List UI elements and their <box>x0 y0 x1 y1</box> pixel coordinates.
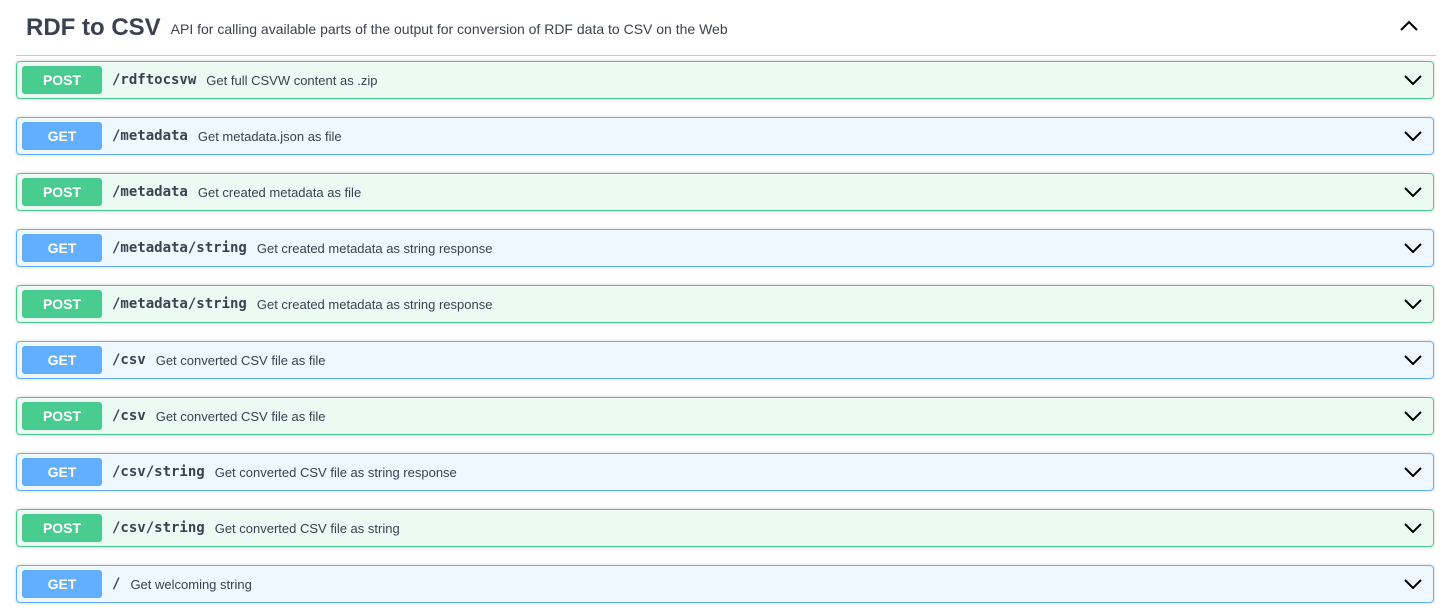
operation-summary: Get full CSVW content as .zip <box>206 72 378 88</box>
tag-section-rdf-to-csv: RDF to CSV API for calling available par… <box>0 0 1449 614</box>
method-badge: GET <box>22 346 102 374</box>
operation-path: / <box>112 576 121 592</box>
tag-header[interactable]: RDF to CSV API for calling available par… <box>16 0 1436 56</box>
operation-path: /csv/string <box>112 464 205 480</box>
operation-get-csv-string[interactable]: GET /csv/string Get converted CSV file a… <box>16 453 1434 491</box>
operation-path: /metadata <box>112 184 188 200</box>
operation-summary: Get welcoming string <box>130 576 252 592</box>
method-badge: POST <box>22 514 102 542</box>
operation-summary: Get converted CSV file as file <box>155 352 326 368</box>
chevron-down-icon[interactable] <box>1401 180 1425 204</box>
operation-post-rdftocsvw[interactable]: POST /rdftocsvw Get full CSVW content as… <box>16 61 1434 99</box>
operation-path: /metadata <box>112 128 188 144</box>
method-badge: GET <box>22 458 102 486</box>
operation-summary: Get created metadata as string response <box>256 296 493 312</box>
method-badge: POST <box>22 66 102 94</box>
operation-path: /metadata/string <box>112 296 247 312</box>
operation-post-csv[interactable]: POST /csv Get converted CSV file as file <box>16 397 1434 435</box>
method-badge: POST <box>22 290 102 318</box>
operation-post-metadata[interactable]: POST /metadata Get created metadata as f… <box>16 173 1434 211</box>
operation-summary: Get created metadata as file <box>197 184 362 200</box>
chevron-down-icon[interactable] <box>1401 572 1425 596</box>
method-badge: GET <box>22 234 102 262</box>
operation-get-metadata-string[interactable]: GET /metadata/string Get created metadat… <box>16 229 1434 267</box>
method-badge: POST <box>22 178 102 206</box>
operation-path: /rdftocsvw <box>112 72 197 88</box>
chevron-down-icon[interactable] <box>1401 460 1425 484</box>
operation-get-root[interactable]: GET / Get welcoming string <box>16 565 1434 603</box>
operation-summary: Get converted CSV file as string <box>214 520 400 536</box>
chevron-down-icon[interactable] <box>1401 516 1425 540</box>
operation-path: /csv <box>112 352 146 368</box>
operation-get-csv[interactable]: GET /csv Get converted CSV file as file <box>16 341 1434 379</box>
chevron-down-icon[interactable] <box>1401 348 1425 372</box>
operation-summary: Get metadata.json as file <box>197 128 342 144</box>
chevron-up-icon[interactable] <box>1396 13 1422 39</box>
operation-summary: Get converted CSV file as string respons… <box>214 464 457 480</box>
chevron-down-icon[interactable] <box>1401 124 1425 148</box>
operation-post-metadata-string[interactable]: POST /metadata/string Get created metada… <box>16 285 1434 323</box>
operation-summary: Get created metadata as string response <box>256 240 493 256</box>
method-badge: GET <box>22 570 102 598</box>
operation-get-metadata[interactable]: GET /metadata Get metadata.json as file <box>16 117 1434 155</box>
operation-summary: Get converted CSV file as file <box>155 408 326 424</box>
chevron-down-icon[interactable] <box>1401 236 1425 260</box>
chevron-down-icon[interactable] <box>1401 68 1425 92</box>
tag-title: RDF to CSV <box>26 13 161 41</box>
operation-path: /metadata/string <box>112 240 247 256</box>
operation-path: /csv <box>112 408 146 424</box>
method-badge: GET <box>22 122 102 150</box>
operation-post-csv-string[interactable]: POST /csv/string Get converted CSV file … <box>16 509 1434 547</box>
method-badge: POST <box>22 402 102 430</box>
chevron-down-icon[interactable] <box>1401 292 1425 316</box>
tag-description: API for calling available parts of the o… <box>170 20 728 37</box>
chevron-down-icon[interactable] <box>1401 404 1425 428</box>
operation-path: /csv/string <box>112 520 205 536</box>
